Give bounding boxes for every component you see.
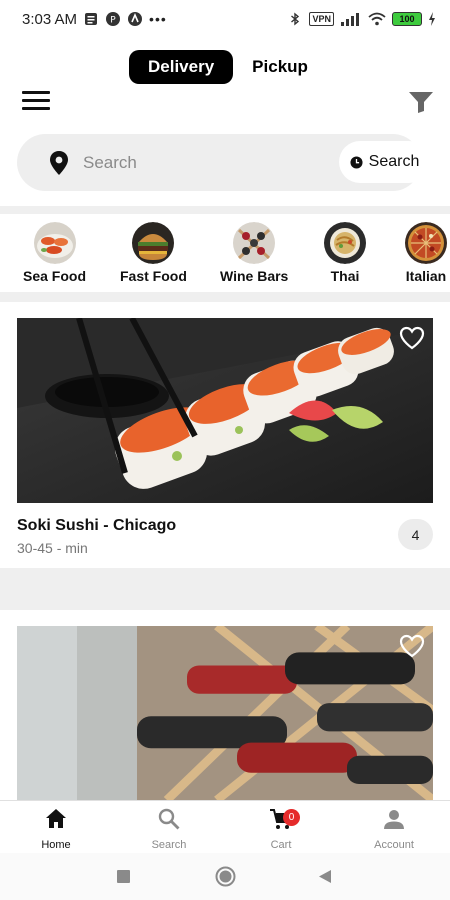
app-screen: 3:03 AM P ••• VPN 100 Delivery Pickup Se… (0, 0, 450, 900)
sea-food-thumbnail (33, 222, 76, 264)
cart-count-badge: 0 (283, 809, 300, 826)
delivery-pickup-toggle: Delivery Pickup (129, 50, 327, 84)
charging-icon (429, 12, 435, 26)
nav-label: Search (151, 839, 187, 851)
restaurant-card[interactable]: Soki Sushi - Chicago 30-45 - min 4 (17, 316, 433, 558)
navigation-notification-icon (128, 12, 143, 26)
section-divider (0, 568, 450, 610)
status-left: 3:03 AM P ••• (22, 11, 167, 28)
app-notification-icon: P (106, 12, 121, 26)
nav-label: Cart (270, 839, 292, 851)
fast-food-thumbnail (132, 222, 175, 264)
svg-text:P: P (110, 16, 116, 26)
cellular-signal-icon (341, 13, 359, 26)
delivery-time: 30-45 - min (17, 540, 88, 556)
thai-thumbnail (324, 222, 366, 264)
nav-search[interactable]: Search (119, 807, 219, 851)
nav-account[interactable]: Account (344, 807, 444, 851)
favorite-heart-icon[interactable] (399, 326, 425, 350)
filter-icon[interactable] (408, 90, 434, 114)
search-bar: Search (17, 134, 430, 191)
vpn-badge: VPN (309, 12, 334, 26)
pickup-tab[interactable]: Pickup (233, 50, 327, 84)
nav-label: Account (374, 839, 414, 851)
search-button-label: Search (368, 153, 420, 170)
category-label: Italian (405, 268, 447, 284)
android-system-navigation (0, 853, 450, 900)
restaurant-image[interactable] (17, 622, 436, 804)
nav-home[interactable]: Home (6, 807, 106, 851)
rating-badge: 4 (398, 519, 433, 550)
category-italian[interactable]: Italian (403, 222, 449, 284)
restaurant-name[interactable]: Soki Sushi - Chicago (17, 517, 176, 535)
restaurant-card[interactable] (17, 622, 436, 804)
status-bar: 3:03 AM P ••• VPN 100 (0, 0, 450, 38)
status-right: VPN 100 (287, 11, 436, 27)
restaurant-image[interactable] (17, 316, 433, 503)
section-divider (0, 206, 450, 214)
bottom-navigation: Home Search 0 Cart Account (0, 800, 450, 853)
hamburger-menu-icon[interactable] (22, 91, 50, 111)
category-carousel[interactable]: Sea Food Fast Food Wine Bars Thai Italia… (0, 214, 450, 294)
bluetooth-icon (291, 12, 300, 26)
nav-cart[interactable]: 0 Cart (231, 807, 331, 851)
category-label: Wine Bars (220, 268, 289, 284)
status-time: 3:03 AM (22, 10, 78, 28)
category-label: Sea Food (23, 268, 87, 284)
notification-icon (85, 13, 98, 25)
search-icon (158, 808, 180, 830)
category-thai[interactable]: Thai (322, 222, 368, 284)
category-label: Thai (330, 268, 360, 284)
account-icon (384, 810, 404, 829)
category-fast-food[interactable]: Fast Food (120, 222, 187, 284)
italian-thumbnail (405, 222, 447, 264)
favorite-heart-icon[interactable] (399, 634, 425, 658)
nav-label: Home (41, 839, 71, 851)
home-icon (46, 809, 66, 828)
wine-bars-thumbnail (233, 222, 276, 264)
wifi-icon (368, 12, 386, 26)
category-label: Fast Food (120, 268, 187, 284)
map-pin-icon[interactable] (49, 151, 69, 175)
delivery-tab[interactable]: Delivery (129, 50, 234, 84)
recent-apps-icon[interactable] (117, 870, 130, 883)
home-button-icon[interactable] (215, 866, 236, 887)
schedule-search-button[interactable]: Search (339, 141, 430, 183)
clock-icon (350, 155, 363, 169)
more-notifications-icon: ••• (149, 11, 167, 27)
battery-indicator: 100 (392, 12, 422, 26)
category-sea-food[interactable]: Sea Food (23, 222, 86, 284)
category-wine-bars[interactable]: Wine Bars (220, 222, 288, 284)
search-input[interactable] (83, 150, 323, 176)
back-icon[interactable] (318, 869, 332, 884)
cart-icon-wrap: 0 (269, 807, 300, 831)
